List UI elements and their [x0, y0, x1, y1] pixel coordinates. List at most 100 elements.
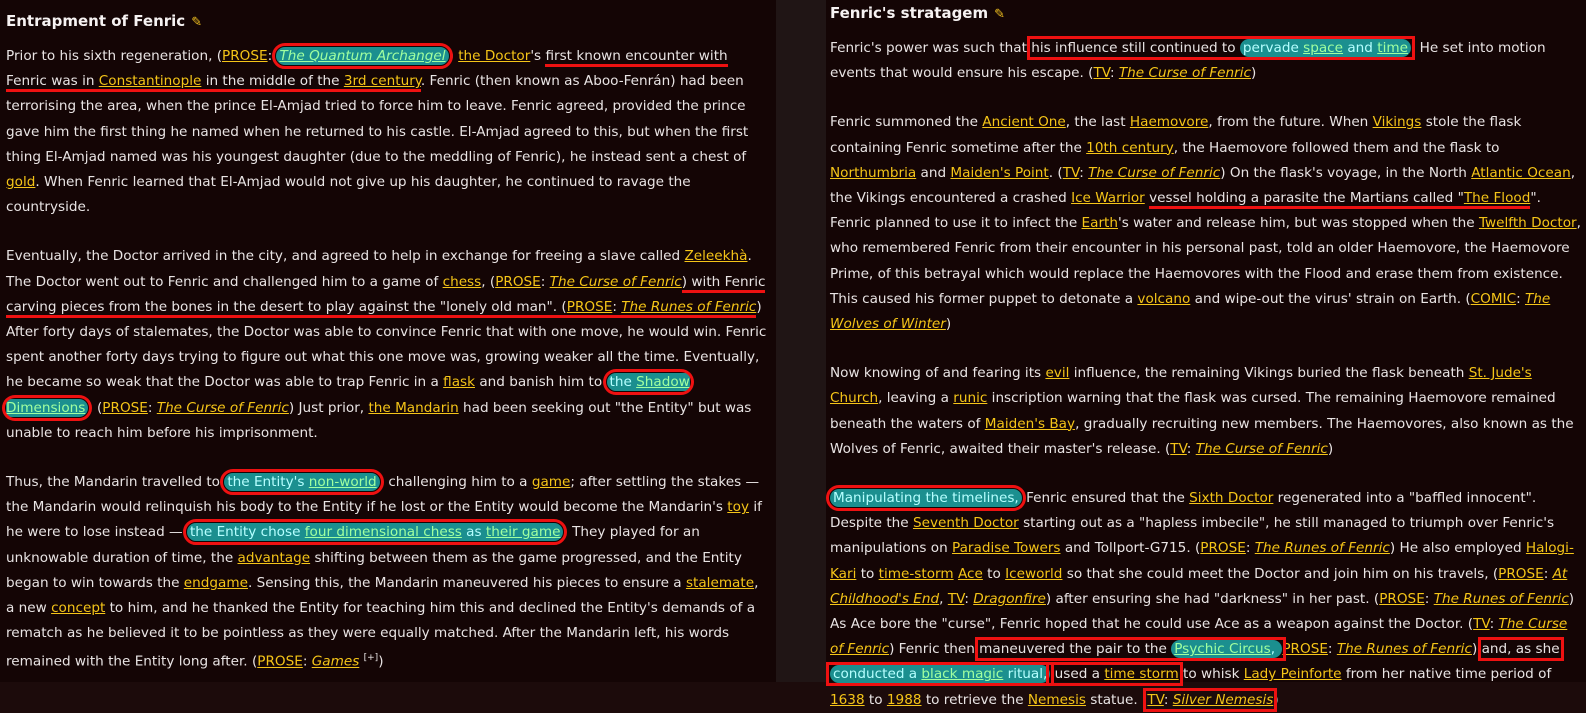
link-runes-of-fenric[interactable]: The Runes of Fenric: [621, 298, 757, 318]
link-10th-century[interactable]: 10th century: [1086, 140, 1174, 156]
highlight-manipulating-timelines: Manipulating the timelines,: [826, 485, 1026, 512]
link-runic[interactable]: runic: [953, 390, 987, 406]
link-space[interactable]: space: [1303, 40, 1343, 56]
link-curse-of-fenric[interactable]: The Curse of Fenric: [1088, 165, 1220, 181]
link-maidens-bay[interactable]: Maiden's Bay: [985, 416, 1075, 432]
link-twelfth-doctor[interactable]: Twelfth Doctor: [1479, 215, 1577, 231]
link-toy[interactable]: toy: [727, 499, 749, 515]
box-time-storm: used a time storm: [1046, 662, 1183, 687]
link-the-doctor[interactable]: the Doctor: [458, 48, 530, 64]
section-heading-stratagem: Fenric's stratagem ✎: [830, 4, 1006, 22]
link-ice-warrior[interactable]: Ice Warrior: [1071, 190, 1145, 206]
link-time-storm[interactable]: time-storm: [879, 566, 954, 582]
link-volcano[interactable]: volcano: [1137, 291, 1190, 307]
link-curse-of-fenric[interactable]: The Curse of Fenric: [550, 274, 682, 290]
link-their-game[interactable]: their game: [486, 524, 561, 540]
paragraph-1: Prior to his sixth regeneration, (PROSE:…: [6, 43, 749, 216]
highlight-pervade-space-time: pervade space and time: [1239, 39, 1411, 57]
link-seventh-doctor[interactable]: Seventh Doctor: [913, 515, 1019, 531]
link-evil[interactable]: evil: [1045, 365, 1069, 381]
link-tv[interactable]: TV: [948, 591, 965, 607]
underline-vessel: vessel holding a parasite the Martians c…: [1149, 190, 1464, 210]
link-silver-nemesis[interactable]: Silver Nemesis: [1173, 692, 1274, 708]
box-maneuvered: maneuvered the pair to the Psychic Circu…: [975, 637, 1287, 662]
link-prose[interactable]: PROSE: [1200, 540, 1246, 556]
highlight-conducted-ritual: conducted a black magic ritual,: [830, 665, 1051, 684]
link-prose[interactable]: PROSE: [1379, 591, 1425, 607]
link-atlantic-ocean[interactable]: Atlantic Ocean: [1471, 165, 1571, 181]
link-earth[interactable]: Earth: [1082, 215, 1118, 231]
link-advantage[interactable]: advantage: [238, 550, 311, 566]
link-chess[interactable]: chess: [443, 274, 482, 290]
link-stalemate[interactable]: stalemate: [686, 575, 754, 591]
left-article-column: Entrapment of Fenric ✎ Prior to his sixth…: [0, 0, 776, 682]
section-heading-entrapment: Entrapment of Fenric ✎: [6, 12, 203, 30]
highlight-entity-chose: the Entity chose four dimensional chess …: [182, 519, 568, 546]
link-ace[interactable]: Ace: [958, 566, 983, 582]
link-time-storm[interactable]: time storm: [1104, 666, 1178, 682]
link-tv[interactable]: TV: [1093, 65, 1110, 81]
box-tv-silver-nemesis: TV: Silver Nemesis: [1143, 687, 1278, 712]
paragraph-1: Fenric's power was such that his influen…: [830, 36, 1546, 82]
link-psychic-circus[interactable]: Psychic Circus: [1174, 641, 1270, 657]
link-flask[interactable]: flask: [443, 374, 475, 390]
link-iceworld[interactable]: Iceworld: [1005, 566, 1062, 582]
link-runes-of-fenric[interactable]: The Runes of Fenric: [1434, 591, 1569, 607]
link-prose[interactable]: PROSE: [1282, 641, 1328, 657]
paragraph-2: Eventually, the Doctor arrived in the ci…: [2, 248, 767, 441]
link-lady-peinforte[interactable]: Lady Peinforte: [1244, 666, 1342, 682]
link-concept[interactable]: concept: [51, 600, 105, 616]
paragraph-3: Thus, the Mandarin travelled to the Enti…: [6, 469, 762, 670]
edit-pencil-icon[interactable]: ✎: [191, 15, 202, 30]
link-haemovore[interactable]: Haemovore: [1130, 114, 1209, 130]
link-games[interactable]: Games: [312, 654, 360, 670]
link-dragonfire[interactable]: Dragonfire: [973, 591, 1046, 607]
right-article-column: Fenric's stratagem ✎ Fenric's power was s…: [826, 0, 1586, 712]
link-prose[interactable]: PROSE: [102, 400, 148, 416]
link-tv[interactable]: TV: [1063, 165, 1080, 181]
link-runes-of-fenric[interactable]: The Runes of Fenric: [1337, 641, 1472, 657]
link-1638[interactable]: 1638: [830, 692, 865, 708]
link-the-mandarin[interactable]: the Mandarin: [368, 400, 458, 416]
edit-pencil-icon[interactable]: ✎: [994, 7, 1005, 22]
link-vikings[interactable]: Vikings: [1373, 114, 1422, 130]
link-1988[interactable]: 1988: [887, 692, 922, 708]
link-prose[interactable]: PROSE: [1498, 566, 1544, 582]
link-game[interactable]: game: [532, 474, 571, 490]
link-four-dimensional-chess[interactable]: four dimensional chess: [305, 524, 462, 540]
link-tv[interactable]: TV: [1147, 692, 1164, 708]
link-zeleekha[interactable]: Zeleekhà: [684, 248, 747, 264]
link-curse-of-fenric[interactable]: The Curse of Fenric: [1196, 441, 1328, 457]
link-quantum-archangel[interactable]: The Quantum Archangel: [279, 48, 445, 64]
highlight-entitys-non-world: the Entity's non-world: [220, 469, 384, 496]
link-maidens-point[interactable]: Maiden's Point: [950, 165, 1048, 181]
link-prose[interactable]: PROSE: [222, 48, 268, 64]
link-curse-of-fenric[interactable]: The Curse of Fenric: [157, 400, 289, 416]
link-tv[interactable]: TV: [1170, 441, 1187, 457]
link-tv[interactable]: TV: [1473, 616, 1490, 632]
link-paradise-towers[interactable]: Paradise Towers: [952, 540, 1060, 556]
expand-sources-button[interactable]: [+]: [364, 653, 379, 663]
link-sixth-doctor[interactable]: Sixth Doctor: [1189, 490, 1273, 506]
link-gold[interactable]: gold: [6, 174, 35, 190]
link-the-flood[interactable]: The Flood: [1463, 190, 1531, 210]
link-non-world[interactable]: non-world: [309, 474, 377, 490]
link-runes-of-fenric[interactable]: The Runes of Fenric: [1255, 540, 1390, 556]
link-prose[interactable]: PROSE: [566, 298, 613, 318]
link-black-magic[interactable]: black magic: [921, 666, 1003, 682]
link-northumbria[interactable]: Northumbria: [830, 165, 916, 181]
link-time[interactable]: time: [1377, 40, 1408, 56]
box-influence: his influence still continued to pervade…: [1027, 36, 1415, 60]
link-nemesis[interactable]: Nemesis: [1028, 692, 1086, 708]
paragraph-4: Manipulating the timelines, Fenric ensur…: [826, 485, 1575, 712]
highlight-quantum-archangel: The Quantum Archangel: [272, 43, 453, 69]
link-ancient-one[interactable]: Ancient One: [982, 114, 1065, 130]
link-endgame[interactable]: endgame: [184, 575, 248, 591]
link-comic[interactable]: COMIC: [1471, 291, 1516, 307]
link-constantinople[interactable]: Constantinople: [98, 73, 202, 93]
highlight-psychic-circus: Psychic Circus,: [1171, 640, 1283, 659]
link-3rd-century[interactable]: 3rd century: [343, 73, 421, 93]
link-prose[interactable]: PROSE: [257, 654, 303, 670]
link-prose[interactable]: PROSE: [495, 274, 541, 290]
link-curse-of-fenric[interactable]: The Curse of Fenric: [1119, 65, 1251, 81]
